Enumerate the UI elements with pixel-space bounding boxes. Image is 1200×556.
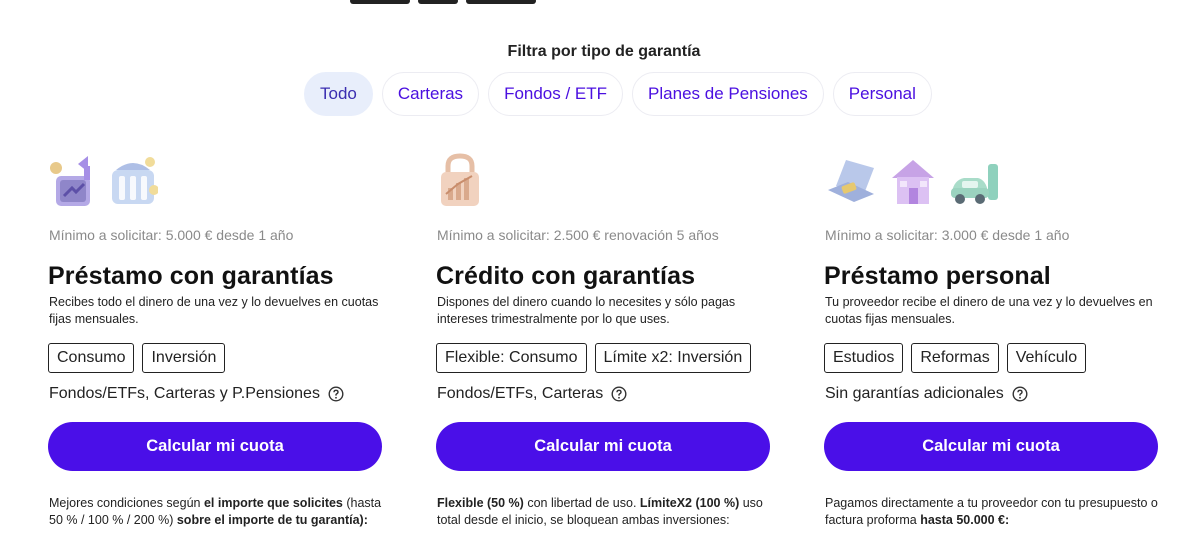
padlock-chart-icon (441, 153, 479, 206)
tag-estudios: Estudios (824, 343, 904, 373)
tag-flexible-consumo: Flexible: Consumo (436, 343, 587, 373)
house-icon (892, 160, 934, 204)
card-prestamo-garantias: Mínimo a solicitar: 5.000 € desde 1 año … (48, 150, 384, 550)
product-title: Préstamo personal (824, 262, 1051, 290)
guarantee-text: Sin garantías adicionales (825, 385, 1004, 402)
conditions-note: Pagamos directamente a tu proveedor con … (825, 496, 1158, 527)
calculate-fee-button[interactable]: Calcular mi cuota (436, 422, 770, 471)
filter-title: Filtra por tipo de garantía (507, 43, 701, 60)
bank-building-icon (112, 157, 158, 204)
tab-planes-pensiones[interactable]: Planes de Pensiones (632, 72, 824, 116)
tag-limite-inversion: Límite x2: Inversión (594, 343, 752, 373)
card-prestamo-personal: Mínimo a solicitar: 3.000 € desde 1 año … (824, 150, 1160, 550)
product-title: Crédito con garantías (436, 262, 696, 290)
card-icons (436, 150, 772, 212)
help-icon[interactable] (328, 386, 344, 402)
guarantee-text: Fondos/ETFs, Carteras (437, 385, 604, 402)
calculate-fee-button[interactable]: Calcular mi cuota (48, 422, 382, 471)
minimum-amount: Mínimo a solicitar: 2.500 € renovación 5… (437, 227, 719, 243)
tag-vehiculo: Vehículo (1006, 343, 1087, 373)
guarantee-info: Fondos/ETFs, Carteras (437, 385, 627, 403)
tab-todo[interactable]: Todo (304, 72, 373, 116)
card-icons (824, 150, 1160, 212)
guarantee-text: Fondos/ETFs, Carteras y P.Pensiones (49, 385, 320, 402)
product-description: Recibes todo el dinero de una vez y lo d… (49, 295, 379, 326)
conditions-note: Mejores condiciones según el importe que… (49, 496, 382, 527)
tag-list: Consumo Inversión (48, 343, 226, 373)
product-description: Dispones del dinero cuando lo necesites … (437, 295, 736, 326)
laptop-icon (828, 160, 874, 202)
product-description: Tu proveedor recibe el dinero de una vez… (825, 295, 1153, 326)
car-charger-icon (951, 164, 998, 204)
card-credito-garantias: Mínimo a solicitar: 2.500 € renovación 5… (436, 150, 772, 550)
minimum-amount: Mínimo a solicitar: 5.000 € desde 1 año (49, 227, 294, 243)
graph-arrow-icon (50, 156, 90, 206)
calculate-fee-button[interactable]: Calcular mi cuota (824, 422, 1158, 471)
tab-carteras[interactable]: Carteras (381, 72, 480, 116)
tab-fondos-etf[interactable]: Fondos / ETF (488, 72, 624, 116)
product-title: Préstamo con garantías (48, 262, 334, 290)
cropped-heading (350, 0, 550, 6)
filter-tabs: Todo Carteras Fondos / ETF Planes de Pen… (304, 72, 932, 116)
tag-consumo: Consumo (48, 343, 135, 373)
guarantee-info: Sin garantías adicionales (825, 385, 1028, 403)
tag-list: Estudios Reformas Vehículo (824, 343, 1087, 373)
conditions-note: Flexible (50 %) con libertad de uso. Lím… (437, 496, 763, 527)
help-icon[interactable] (611, 386, 627, 402)
card-icons (48, 150, 384, 212)
minimum-amount: Mínimo a solicitar: 3.000 € desde 1 año (825, 227, 1070, 243)
guarantee-info: Fondos/ETFs, Carteras y P.Pensiones (49, 385, 344, 403)
tag-reformas: Reformas (911, 343, 999, 373)
help-icon[interactable] (1012, 386, 1028, 402)
tag-inversion: Inversión (142, 343, 226, 373)
tag-list: Flexible: Consumo Límite x2: Inversión (436, 343, 752, 373)
tab-personal[interactable]: Personal (832, 72, 932, 116)
